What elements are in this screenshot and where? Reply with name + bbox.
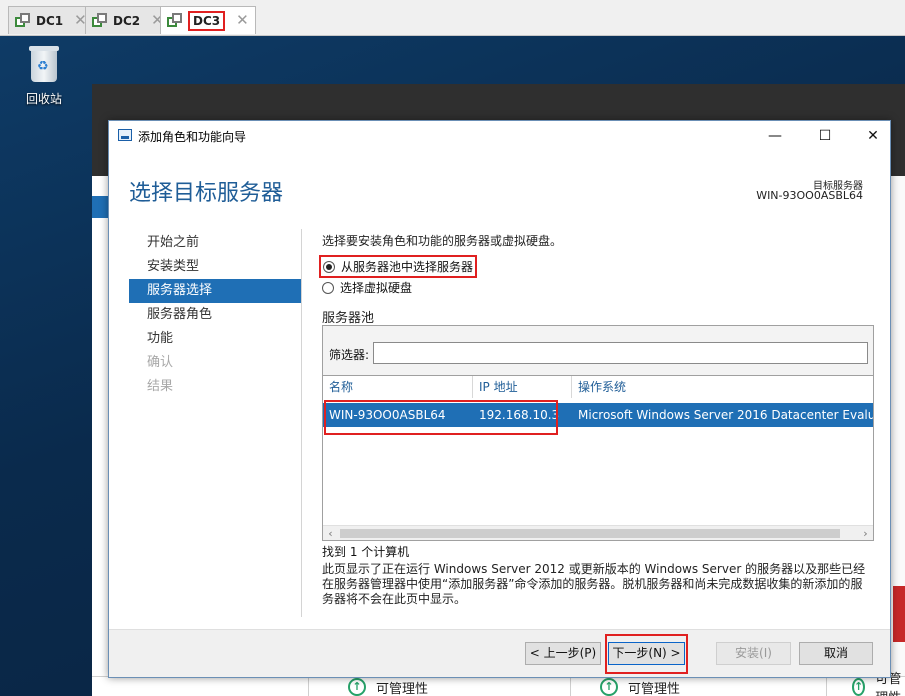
server-pool-label: 服务器池 <box>322 311 375 326</box>
install-button: 安装(I) <box>716 642 791 665</box>
arrow-up-icon: ↑ <box>348 678 366 696</box>
vm-icon <box>92 12 108 29</box>
vm-tab-dc2[interactable]: DC2 ✕ <box>85 6 171 34</box>
manageability-label: 可管理性 <box>376 681 429 696</box>
previous-button[interactable]: < 上一步(P) <box>525 642 601 665</box>
horizontal-scrollbar[interactable]: ‹ › <box>323 525 873 540</box>
chevron-left-icon[interactable]: ‹ <box>323 526 338 541</box>
page-title: 选择目标服务器 <box>129 181 284 206</box>
highlight-box <box>324 400 558 435</box>
server-manager-icon <box>118 129 132 141</box>
close-icon[interactable]: ✕ <box>236 13 249 28</box>
wizard-titlebar[interactable]: 添加角色和功能向导 — ☐ ✕ <box>109 121 890 151</box>
divider <box>308 676 309 696</box>
chevron-right-icon[interactable]: › <box>858 526 873 541</box>
vm-tab-dc1[interactable]: DC1 ✕ <box>8 6 94 34</box>
filter-label: 筛选器: <box>329 348 370 362</box>
server-manager-notification <box>893 586 905 642</box>
cell-os: Microsoft Windows Server 2016 Datacenter… <box>578 408 873 422</box>
nav-item-installation-type[interactable]: 安装类型 <box>129 255 301 279</box>
filter-bar: 筛选器: <box>323 326 873 376</box>
scrollbar-thumb[interactable] <box>340 529 840 538</box>
nav-item-before-you-begin[interactable]: 开始之前 <box>129 231 301 255</box>
nav-item-server-selection[interactable]: 服务器选择 <box>129 279 301 303</box>
add-roles-wizard: 添加角色和功能向导 — ☐ ✕ 选择目标服务器 目标服务器 WIN-93OO0A… <box>108 120 891 678</box>
target-server-name: WIN-93OO0ASBL64 <box>756 189 863 202</box>
nav-item-results: 结果 <box>147 379 174 394</box>
radio-vhd[interactable]: 选择虚拟硬盘 <box>322 279 412 296</box>
column-header-ip[interactable]: IP 地址 <box>473 376 572 398</box>
vm-tab-bar: DC1 ✕ DC2 ✕ DC3 ✕ <box>0 0 905 36</box>
manageability-status[interactable]: ↑ 可管理性 <box>348 678 428 696</box>
wizard-nav: 开始之前 安装类型 服务器选择 服务器角色 功能 确认 结果 <box>129 231 301 399</box>
manageability-status[interactable]: ↑ 可管理性 <box>600 678 680 696</box>
arrow-up-icon: ↑ <box>600 678 618 696</box>
radio-button[interactable] <box>322 281 334 294</box>
recycle-bin[interactable]: ♻ 回收站 <box>14 44 74 107</box>
manageability-label: 可管理性 <box>628 681 681 696</box>
server-manager-tiles <box>92 676 905 696</box>
tab-label: DC1 <box>36 13 64 28</box>
found-count: 找到 1 个计算机 <box>322 545 410 559</box>
recycle-bin-icon: ♻ <box>27 44 61 84</box>
instruction-text: 选择要安装角色和功能的服务器或虚拟硬盘。 <box>322 234 563 248</box>
recycle-bin-label: 回收站 <box>25 92 62 106</box>
column-header-os[interactable]: 操作系统 <box>572 376 873 398</box>
divider <box>570 676 571 696</box>
info-note: 此页显示了正在运行 Windows Server 2012 或更新版本的 Win… <box>322 562 866 606</box>
wizard-footer: < 上一步(P) 下一步(N) > 安装(I) 取消 <box>109 629 890 677</box>
tab-label: DC2 <box>113 13 141 28</box>
radio-button-selected[interactable] <box>323 260 335 273</box>
filter-input[interactable] <box>373 342 868 364</box>
tab-label: DC3 <box>188 10 226 31</box>
manageability-status[interactable]: ↑ 可管理性 <box>852 672 905 696</box>
vm-icon <box>15 12 31 29</box>
divider <box>301 229 302 617</box>
radio-server-pool-label: 从服务器池中选择服务器 <box>341 260 474 274</box>
arrow-up-icon: ↑ <box>852 678 866 696</box>
vm-tab-dc3[interactable]: DC3 ✕ <box>160 6 256 34</box>
window-title: 添加角色和功能向导 <box>138 130 247 144</box>
server-pool-table: 筛选器: 名称 IP 地址 操作系统 WIN-93OO0ASBL64 192.1… <box>322 325 874 541</box>
radio-server-pool[interactable]: 从服务器池中选择服务器 <box>319 255 478 278</box>
cancel-button[interactable]: 取消 <box>799 642 873 665</box>
nav-item-confirmation: 确认 <box>147 355 174 370</box>
close-button[interactable]: ✕ <box>858 125 888 147</box>
vm-icon <box>167 12 183 29</box>
radio-vhd-label: 选择虚拟硬盘 <box>340 281 413 295</box>
minimize-button[interactable]: — <box>760 125 790 147</box>
nav-item-features[interactable]: 功能 <box>129 327 301 351</box>
column-header-name[interactable]: 名称 <box>323 376 473 398</box>
nav-item-server-roles[interactable]: 服务器角色 <box>129 303 301 327</box>
highlight-box <box>605 634 688 674</box>
divider <box>826 676 827 696</box>
maximize-button[interactable]: ☐ <box>810 125 840 147</box>
